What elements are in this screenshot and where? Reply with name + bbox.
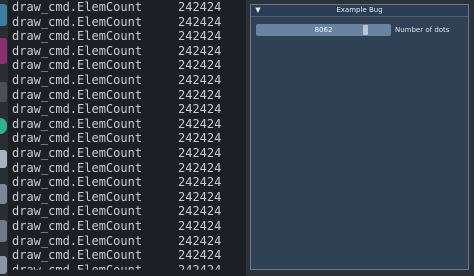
window-title: Example Bug	[336, 6, 383, 14]
slider-value: 8062	[314, 26, 333, 34]
terminal-line: draw_cmd.ElemCount 242424	[12, 29, 222, 44]
app-area: ▼ Example Bug 8062 Number of dots	[246, 0, 474, 276]
terminal-line: draw_cmd.ElemCount 242424	[12, 160, 222, 175]
terminal-line: draw_cmd.ElemCount 242424	[12, 14, 222, 29]
dock-app-icon[interactable]	[0, 82, 7, 102]
terminal-line: draw_cmd.ElemCount 242424	[12, 219, 222, 233]
dock	[0, 0, 8, 276]
terminal-output[interactable]: draw_cmd.ElemCount 242424 draw_cmd.ElemCo…	[8, 0, 246, 276]
dots-slider[interactable]: 8062	[256, 24, 391, 36]
dock-app-icon[interactable]	[0, 256, 7, 274]
slider-grab-handle[interactable]	[363, 25, 368, 35]
terminal-line: draw_cmd.ElemCount 242424	[12, 204, 222, 219]
dock-app-icon[interactable]	[0, 38, 7, 64]
dock-app-icon[interactable]	[0, 150, 7, 168]
collapse-arrow-icon[interactable]: ▼	[254, 5, 262, 16]
example-bug-window[interactable]: ▼ Example Bug 8062 Number of dots	[250, 4, 469, 270]
terminal-line: draw_cmd.ElemCount 242424	[12, 73, 222, 87]
terminal-line: draw_cmd.ElemCount 242424	[12, 43, 222, 58]
dock-app-icon[interactable]	[0, 4, 7, 26]
terminal-line: draw_cmd.ElemCount 242424	[12, 189, 222, 204]
terminal-line: draw_cmd.ElemCount 242424	[12, 248, 222, 263]
dock-app-icon[interactable]	[0, 118, 7, 134]
terminal-line: draw_cmd.ElemCount 242424	[12, 87, 222, 102]
terminal-line: draw_cmd.ElemCount 242424	[12, 0, 222, 14]
terminal-line: draw_cmd.ElemCount 242424	[12, 233, 222, 248]
window-title-bar[interactable]: ▼ Example Bug	[251, 5, 468, 17]
terminal-line: draw_cmd.ElemCount 242424	[12, 175, 222, 190]
terminal-line: draw_cmd.ElemCount 242424	[12, 146, 222, 160]
terminal-line: draw_cmd.ElemCount 242424	[12, 262, 222, 276]
dock-app-icon[interactable]	[0, 220, 7, 242]
terminal-line: draw_cmd.ElemCount 242424	[12, 58, 222, 73]
terminal-line: draw_cmd.ElemCount 242424	[12, 116, 222, 131]
slider-label: Number of dots	[395, 26, 450, 34]
terminal-line: draw_cmd.ElemCount 242424	[12, 102, 222, 117]
dock-app-icon[interactable]	[0, 184, 7, 204]
terminal-line: draw_cmd.ElemCount 242424	[12, 131, 222, 146]
